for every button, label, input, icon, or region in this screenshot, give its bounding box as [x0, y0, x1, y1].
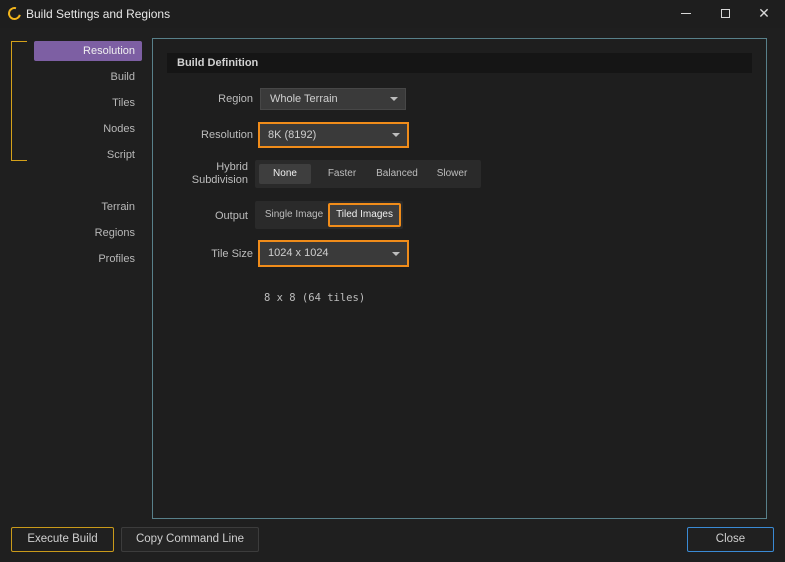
resolution-dropdown[interactable]: 8K (8192) — [258, 122, 409, 148]
window-title: Build Settings and Regions — [26, 7, 171, 21]
output-segmented: Single Image Tiled Images — [255, 201, 403, 229]
hybrid-option-faster[interactable]: Faster — [315, 164, 369, 184]
app-logo-icon — [5, 4, 24, 23]
sidebar-item-tiles[interactable]: Tiles — [34, 93, 142, 113]
hybrid-label-line2: Subdivision — [191, 174, 248, 186]
window-close-button[interactable]: ✕ — [744, 0, 784, 28]
close-button[interactable]: Close — [687, 527, 774, 552]
output-option-tiled-images[interactable]: Tiled Images — [328, 203, 401, 227]
hybrid-subdivision-segmented: None Faster Balanced Slower — [255, 160, 481, 188]
sidebar-item-script[interactable]: Script — [34, 145, 142, 165]
tile-size-dropdown[interactable]: 1024 x 1024 — [258, 240, 409, 267]
region-value: Whole Terrain — [270, 93, 338, 105]
copy-command-line-button[interactable]: Copy Command Line — [121, 527, 259, 552]
sidebar-item-regions[interactable]: Regions — [34, 223, 142, 243]
minimize-button[interactable] — [666, 0, 706, 28]
hybrid-option-slower[interactable]: Slower — [425, 164, 479, 184]
region-label: Region — [218, 93, 253, 105]
hybrid-option-balanced[interactable]: Balanced — [371, 164, 423, 184]
tile-count-info: 8 x 8 (64 tiles) — [264, 292, 366, 304]
sidebar-item-nodes[interactable]: Nodes — [34, 119, 142, 139]
build-definition-panel: Build Definition Region Whole Terrain Re… — [152, 38, 767, 519]
tile-size-value: 1024 x 1024 — [268, 247, 329, 259]
hybrid-option-none[interactable]: None — [259, 164, 311, 184]
title-bar: Build Settings and Regions ✕ — [0, 0, 785, 28]
output-label: Output — [214, 210, 248, 222]
maximize-button[interactable] — [705, 0, 745, 28]
close-icon: ✕ — [758, 5, 770, 21]
chevron-down-icon — [392, 252, 400, 256]
output-option-single-image[interactable]: Single Image — [259, 205, 329, 225]
sidebar-item-resolution[interactable]: Resolution — [34, 41, 142, 61]
hybrid-subdivision-label: Hybrid Subdivision — [173, 161, 248, 187]
resolution-label: Resolution — [201, 129, 253, 141]
chevron-down-icon — [392, 133, 400, 137]
tile-size-label: Tile Size — [211, 248, 253, 260]
sidebar-group-bracket — [11, 41, 27, 161]
minimize-icon — [681, 13, 691, 15]
sidebar-item-profiles[interactable]: Profiles — [34, 249, 142, 269]
sidebar-item-build[interactable]: Build — [34, 67, 142, 87]
region-dropdown[interactable]: Whole Terrain — [260, 88, 406, 110]
maximize-icon — [720, 9, 730, 19]
sidebar-item-terrain[interactable]: Terrain — [34, 197, 142, 217]
section-title: Build Definition — [167, 53, 752, 73]
resolution-value: 8K (8192) — [268, 129, 317, 141]
execute-build-button[interactable]: Execute Build — [11, 527, 114, 552]
chevron-down-icon — [390, 97, 398, 101]
hybrid-label-line1: Hybrid — [216, 161, 248, 173]
